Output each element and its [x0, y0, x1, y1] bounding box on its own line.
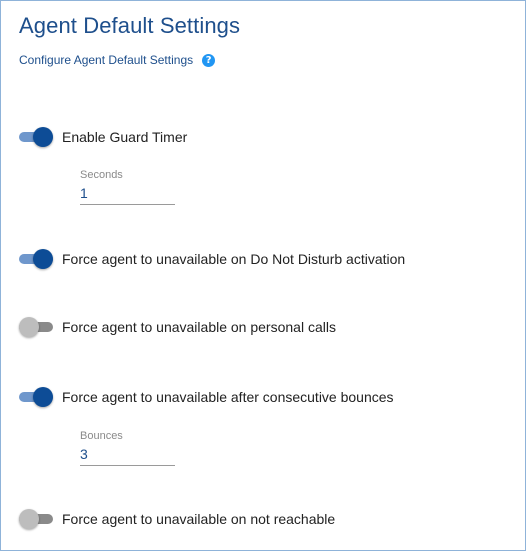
bounces-field: Bounces: [80, 430, 175, 466]
page-subtitle: Configure Agent Default Settings ?: [19, 53, 216, 67]
bounces-input[interactable]: [80, 446, 175, 466]
personal-calls-toggle[interactable]: [19, 317, 53, 337]
toggle-knob: [33, 127, 53, 147]
settings-panel: Agent Default Settings Configure Agent D…: [0, 0, 526, 551]
toggle-knob: [33, 387, 53, 407]
not-reachable-toggle[interactable]: [19, 509, 53, 529]
bounces-toggle[interactable]: [19, 387, 53, 407]
toggle-knob: [33, 249, 53, 269]
personal-calls-label: Force agent to unavailable on personal c…: [62, 319, 336, 335]
seconds-input[interactable]: [80, 185, 175, 205]
subtitle-text: Configure Agent Default Settings: [19, 53, 194, 67]
toggle-knob: [19, 509, 39, 529]
not-reachable-label: Force agent to unavailable on not reacha…: [62, 511, 336, 527]
page-title: Agent Default Settings: [19, 13, 241, 38]
guard-timer-toggle[interactable]: [19, 127, 53, 147]
setting-not-reachable: Force agent to unavailable on not reacha…: [19, 509, 335, 529]
setting-guard-timer: Enable Guard Timer: [19, 127, 187, 147]
setting-bounces: Force agent to unavailable after consecu…: [19, 387, 394, 407]
guard-timer-label: Enable Guard Timer: [62, 129, 188, 145]
seconds-label: Seconds: [80, 169, 123, 181]
setting-dnd: Force agent to unavailable on Do Not Dis…: [19, 249, 405, 269]
seconds-field: Seconds: [80, 169, 175, 205]
help-icon[interactable]: ?: [202, 53, 216, 67]
setting-personal-calls: Force agent to unavailable on personal c…: [19, 317, 336, 337]
bounces-label: Bounces: [80, 430, 123, 442]
bounces-setting-label: Force agent to unavailable after consecu…: [62, 389, 394, 405]
dnd-label: Force agent to unavailable on Do Not Dis…: [62, 251, 406, 267]
toggle-knob: [19, 317, 39, 337]
dnd-toggle[interactable]: [19, 249, 53, 269]
